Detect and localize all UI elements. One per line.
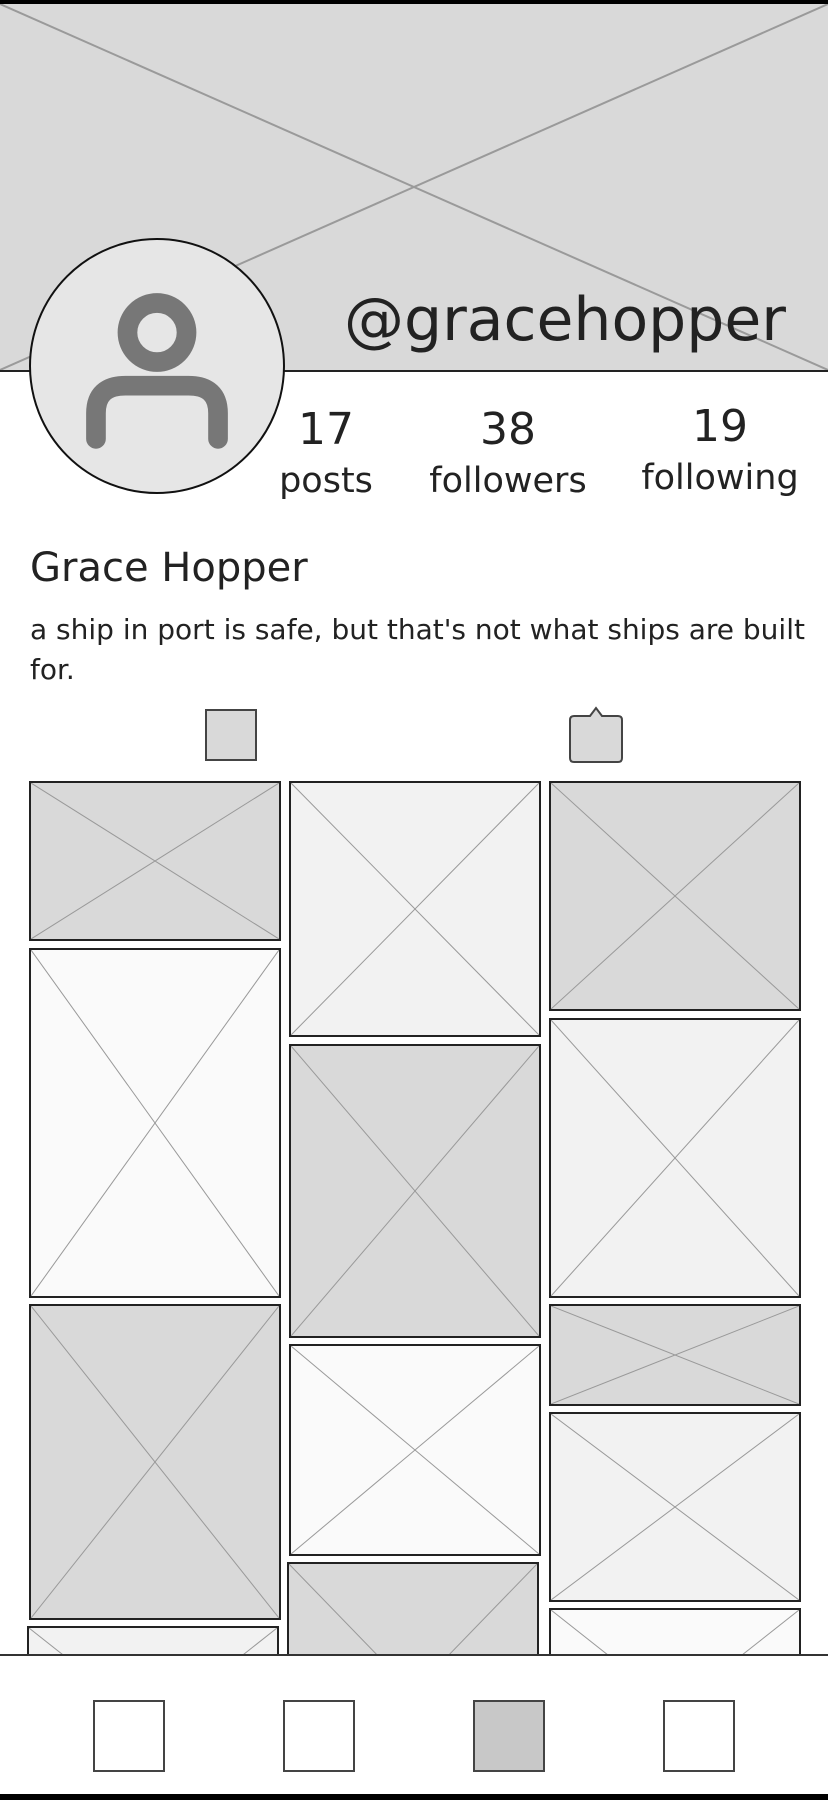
followers-label: followers — [429, 461, 587, 501]
bio-text: a ship in port is safe, but that's not w… — [30, 613, 805, 686]
stat-posts[interactable]: 17 posts — [266, 408, 386, 499]
following-count: 19 — [692, 401, 748, 452]
image-placeholder-icon — [291, 783, 539, 1035]
image-placeholder-icon — [551, 1020, 799, 1296]
app-frame: @gracehopper 17 posts 38 followers 19 fo… — [0, 0, 828, 1800]
nav-search-icon[interactable] — [283, 1700, 355, 1772]
posts-label: posts — [279, 461, 373, 501]
avatar[interactable] — [29, 238, 285, 494]
grid-photo[interactable] — [289, 1044, 541, 1338]
display-name: Grace Hopper — [30, 545, 308, 591]
stat-followers[interactable]: 38 followers — [418, 408, 598, 499]
image-placeholder-icon — [551, 783, 799, 1009]
grid-photo[interactable] — [289, 781, 541, 1037]
image-placeholder-icon — [291, 1346, 539, 1554]
grid-photo[interactable] — [549, 1412, 801, 1602]
grid-photo[interactable] — [29, 948, 281, 1298]
tagged-icon[interactable] — [568, 704, 624, 766]
image-placeholder-icon — [31, 783, 279, 939]
nav-profile-icon[interactable] — [473, 1700, 545, 1772]
grid-photo[interactable] — [29, 1304, 281, 1620]
nav-home-icon[interactable] — [93, 1700, 165, 1772]
grid-photo[interactable] — [289, 1344, 541, 1556]
stat-following[interactable]: 19 following — [634, 405, 806, 496]
grid-photo[interactable] — [549, 1304, 801, 1406]
grid-photo[interactable] — [29, 781, 281, 941]
person-icon — [86, 293, 228, 449]
image-placeholder-icon — [31, 1306, 279, 1618]
image-placeholder-icon — [291, 1046, 539, 1336]
image-placeholder-icon — [551, 1306, 799, 1404]
grid-photo[interactable] — [549, 1018, 801, 1298]
followers-count: 38 — [480, 404, 536, 455]
nav-settings-icon[interactable] — [663, 1700, 735, 1772]
bottom-nav — [0, 1654, 828, 1794]
username: @gracehopper — [344, 285, 786, 355]
profile-screen: @gracehopper 17 posts 38 followers 19 fo… — [0, 4, 828, 1794]
posts-count: 17 — [298, 404, 354, 455]
following-label: following — [641, 458, 799, 498]
grid-photo[interactable] — [549, 781, 801, 1011]
grid-view-icon[interactable] — [205, 709, 257, 761]
image-placeholder-icon — [31, 950, 279, 1296]
image-placeholder-icon — [551, 1414, 799, 1600]
